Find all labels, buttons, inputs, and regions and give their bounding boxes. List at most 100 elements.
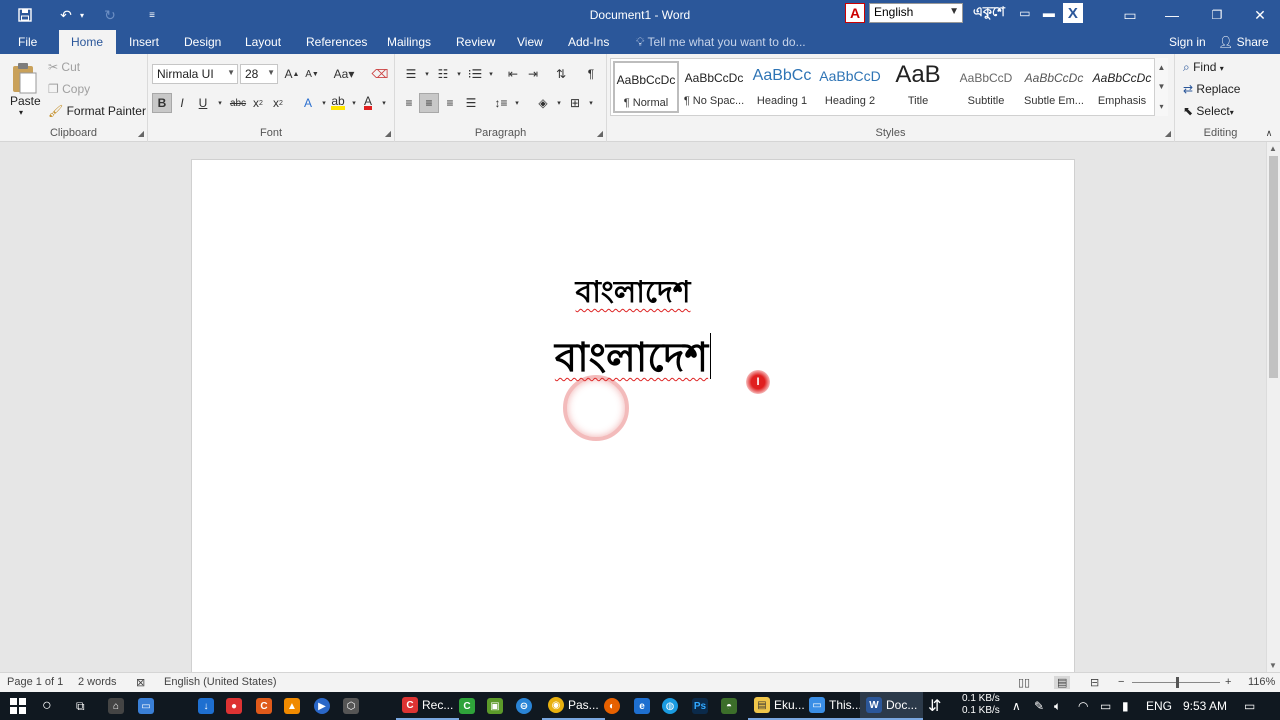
line-spacing-dropdown-icon[interactable]: ▾: [507, 93, 527, 113]
minimize-ime-icon[interactable]: ▬: [1039, 3, 1059, 23]
copy-button[interactable]: ❐ Copy: [48, 82, 90, 96]
green-app-2-icon[interactable]: ▣: [487, 692, 507, 720]
keyboard-icon[interactable]: ▭: [1015, 3, 1035, 23]
browser-icon[interactable]: ◍: [662, 692, 682, 720]
select-button[interactable]: ⬉ Select▾: [1183, 104, 1234, 118]
save-icon[interactable]: [14, 0, 36, 30]
notifications-icon[interactable]: ▭: [1244, 692, 1255, 720]
ime-logo-icon[interactable]: A: [845, 3, 865, 23]
cut-button[interactable]: ✂ Cut: [48, 60, 80, 74]
record-icon[interactable]: ●: [226, 692, 246, 720]
paragraph-launcher-icon[interactable]: ◢: [597, 129, 603, 138]
bold-button[interactable]: B: [152, 93, 172, 113]
strikethrough-button[interactable]: abc: [226, 93, 250, 113]
font-launcher-icon[interactable]: ◢: [385, 129, 391, 138]
taskbar-app-this-pc[interactable]: ▭ This...: [803, 692, 868, 720]
language-status[interactable]: English (United States): [164, 676, 277, 688]
subscript-button[interactable]: x2: [248, 93, 268, 113]
share-button[interactable]: 👤︎ Share: [1218, 30, 1269, 54]
tab-add-ins[interactable]: Add-Ins: [562, 30, 615, 54]
tab-mailings[interactable]: Mailings: [381, 30, 437, 54]
justify-icon[interactable]: ☰: [461, 93, 481, 113]
green-app-icon[interactable]: C: [459, 692, 479, 720]
edge-icon[interactable]: e: [634, 692, 654, 720]
align-left-icon[interactable]: ≡: [399, 93, 419, 113]
taskbar-app-chrome[interactable]: ◉ Pas...: [542, 692, 605, 720]
android-icon[interactable]: ◓: [721, 692, 741, 720]
tab-home[interactable]: Home: [59, 30, 116, 54]
feather-icon[interactable]: ✎: [1034, 692, 1044, 720]
wifi-icon[interactable]: ◠: [1078, 692, 1088, 720]
store-icon[interactable]: ⌂: [108, 692, 128, 720]
more-styles-icon[interactable]: ▾: [1159, 102, 1163, 111]
close-icon[interactable]: ✕: [1248, 0, 1272, 30]
align-right-icon[interactable]: ≡: [440, 93, 460, 113]
chevron-up-icon[interactable]: ▲: [1158, 63, 1166, 72]
grow-font-icon[interactable]: A ▲: [282, 64, 302, 84]
pc-icon[interactable]: ▭: [138, 692, 158, 720]
redo-icon[interactable]: ↻: [100, 0, 120, 30]
font-name-select[interactable]: Nirmala UI ▼: [152, 64, 238, 84]
volume-icon[interactable]: 🔈︎: [1054, 692, 1061, 720]
customize-qat-icon[interactable]: ≡: [144, 0, 160, 30]
display-icon[interactable]: ▭: [1100, 692, 1111, 720]
decrease-indent-icon[interactable]: ⇤: [503, 64, 523, 84]
print-layout-icon[interactable]: ▤: [1054, 676, 1071, 689]
page-count[interactable]: Page 1 of 1: [7, 676, 63, 688]
minimize-icon[interactable]: —: [1160, 0, 1184, 30]
tab-file[interactable]: File: [12, 30, 43, 54]
clipboard-launcher-icon[interactable]: ◢: [138, 129, 144, 138]
collapse-ribbon-icon[interactable]: ∧: [1262, 126, 1276, 140]
style-no-spacing[interactable]: AaBbCcDc ¶ No Spac...: [681, 61, 747, 113]
zoom-in-icon[interactable]: +: [1225, 676, 1231, 688]
undo-icon[interactable]: ↶: [56, 0, 76, 30]
ime-language-select[interactable]: English ▼: [869, 3, 963, 23]
show-formatting-icon[interactable]: ¶: [581, 64, 601, 84]
photoshop-icon[interactable]: Ps: [692, 692, 712, 720]
battery-icon[interactable]: ▮: [1122, 692, 1129, 720]
align-center-icon[interactable]: ≡: [419, 93, 439, 113]
replace-button[interactable]: ⇄ Replace: [1183, 82, 1240, 96]
restore-icon[interactable]: ❐: [1205, 0, 1229, 30]
input-language[interactable]: ENG: [1146, 692, 1172, 720]
paste-label[interactable]: Paste: [10, 94, 41, 108]
change-case-icon[interactable]: Aa▾: [330, 64, 358, 84]
windows-start-icon[interactable]: [10, 692, 26, 720]
find-button[interactable]: ⌕ Find ▾: [1183, 60, 1224, 75]
tab-layout[interactable]: Layout: [239, 30, 287, 54]
taskbar-app-recorder[interactable]: C Rec...: [396, 692, 460, 720]
format-painter-button[interactable]: 🖌︎ Format Painter: [48, 104, 146, 118]
style-normal[interactable]: AaBbCcDc ¶ Normal: [613, 61, 679, 113]
scroll-down-icon[interactable]: ▼: [1269, 661, 1277, 670]
media-player-icon[interactable]: ▶: [314, 692, 334, 720]
tab-view[interactable]: View: [511, 30, 549, 54]
zoom-level[interactable]: 116%: [1248, 676, 1275, 688]
style-subtle-emphasis[interactable]: AaBbCcDc Subtle Em...: [1021, 61, 1087, 113]
increase-indent-icon[interactable]: ⇥: [523, 64, 543, 84]
borders-dropdown-icon[interactable]: ▾: [581, 93, 601, 113]
ribbon-display-options-icon[interactable]: ▭: [1118, 0, 1142, 30]
document-page[interactable]: বাংলাদেশ বাংলাদেশ I: [191, 159, 1075, 672]
undo-dropdown-icon[interactable]: ▾: [77, 0, 87, 30]
zoom-out-icon[interactable]: −: [1118, 676, 1124, 688]
styles-gallery-scroll[interactable]: ▲ ▼ ▾: [1154, 58, 1168, 116]
document-line-1[interactable]: বাংলাদেশ: [192, 268, 1074, 319]
clear-formatting-icon[interactable]: ⌫: [370, 64, 390, 84]
word-count[interactable]: 2 words: [78, 676, 117, 688]
chevron-up-icon[interactable]: ∧: [1012, 692, 1021, 720]
scrollbar-thumb[interactable]: [1269, 156, 1278, 378]
ime-close-icon[interactable]: X: [1062, 3, 1083, 23]
web-layout-icon[interactable]: ⊟: [1090, 676, 1099, 689]
sign-in-link[interactable]: Sign in: [1169, 30, 1206, 54]
styles-launcher-icon[interactable]: ◢: [1165, 129, 1171, 138]
paste-dropdown-icon[interactable]: ▾: [19, 108, 23, 117]
document-line-2[interactable]: বাংলাদেশ: [192, 326, 1074, 393]
taskbar-app-ekushey[interactable]: ▤ Eku...: [748, 692, 811, 720]
tab-review[interactable]: Review: [450, 30, 501, 54]
read-mode-icon[interactable]: ▯▯: [1018, 676, 1030, 689]
task-view-icon[interactable]: ⧉: [76, 692, 85, 720]
style-heading-1[interactable]: AaBbCc Heading 1: [749, 61, 815, 113]
scroll-up-icon[interactable]: ▲: [1269, 144, 1277, 153]
blue-app-icon[interactable]: ⊖: [516, 692, 536, 720]
tab-insert[interactable]: Insert: [123, 30, 165, 54]
